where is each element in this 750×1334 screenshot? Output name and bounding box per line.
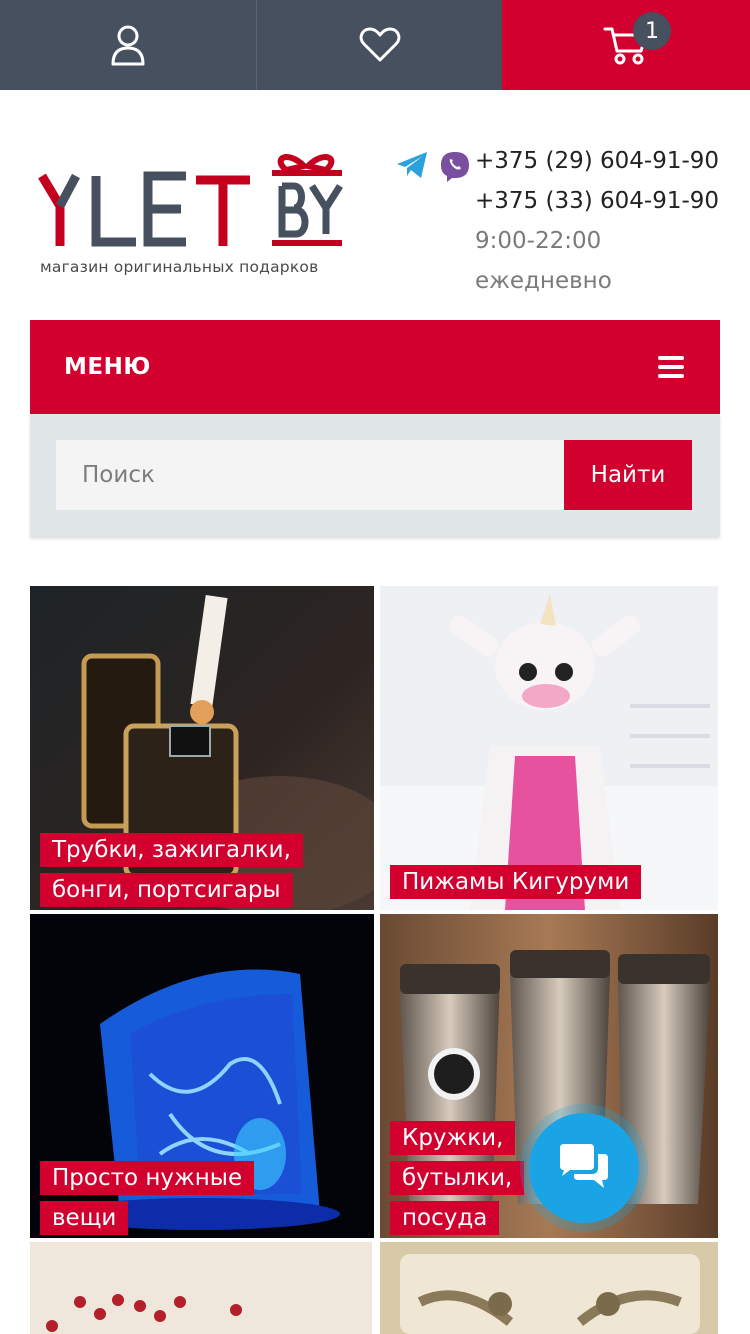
category-image xyxy=(380,1242,718,1334)
menu-label: МЕНЮ xyxy=(64,354,151,380)
category-tile[interactable] xyxy=(380,1242,718,1334)
working-hours: 9:00-22:00 xyxy=(475,228,602,254)
search-button[interactable]: Найти xyxy=(564,440,692,510)
top-bar: 1 xyxy=(0,0,750,90)
viber-icon[interactable] xyxy=(439,150,471,184)
chat-icon xyxy=(560,1144,608,1188)
search-panel: Найти xyxy=(30,414,720,536)
category-tile[interactable] xyxy=(30,1242,372,1334)
chat-button-inner xyxy=(529,1113,639,1223)
category-image xyxy=(30,1242,372,1334)
hamburger-icon xyxy=(658,356,684,378)
logo-tagline: магазин оригинальных подарков xyxy=(40,258,319,276)
category-tile[interactable]: Пижамы Кигуруми xyxy=(380,586,718,910)
working-days: ежедневно xyxy=(475,268,612,294)
cart-count-badge: 1 xyxy=(633,12,671,50)
telegram-icon[interactable] xyxy=(395,150,429,180)
category-label: Просто нужные вещи xyxy=(40,1158,270,1238)
search-input[interactable] xyxy=(56,440,564,510)
category-label: Пижамы Кигуруми xyxy=(390,862,710,902)
account-button[interactable] xyxy=(0,0,257,90)
category-label: Кружки, бутылки, посуда xyxy=(390,1118,540,1238)
messenger-links xyxy=(395,150,471,184)
cart-button[interactable]: 1 xyxy=(502,0,750,90)
user-icon xyxy=(111,25,145,66)
phone-1-link[interactable]: +375 (29) 604-91-90 xyxy=(475,148,719,174)
category-tile[interactable]: Трубки, зажигалки, бонги, портсигары xyxy=(30,586,374,910)
favorites-button[interactable] xyxy=(257,0,502,90)
category-label: Трубки, зажигалки, бонги, портсигары xyxy=(40,830,340,910)
phone-2-link[interactable]: +375 (33) 604-91-90 xyxy=(475,188,719,214)
heart-icon xyxy=(359,27,400,62)
menu-toggle[interactable]: МЕНЮ xyxy=(30,320,720,414)
chat-button[interactable] xyxy=(520,1104,648,1232)
category-tile[interactable]: Просто нужные вещи xyxy=(30,914,374,1238)
